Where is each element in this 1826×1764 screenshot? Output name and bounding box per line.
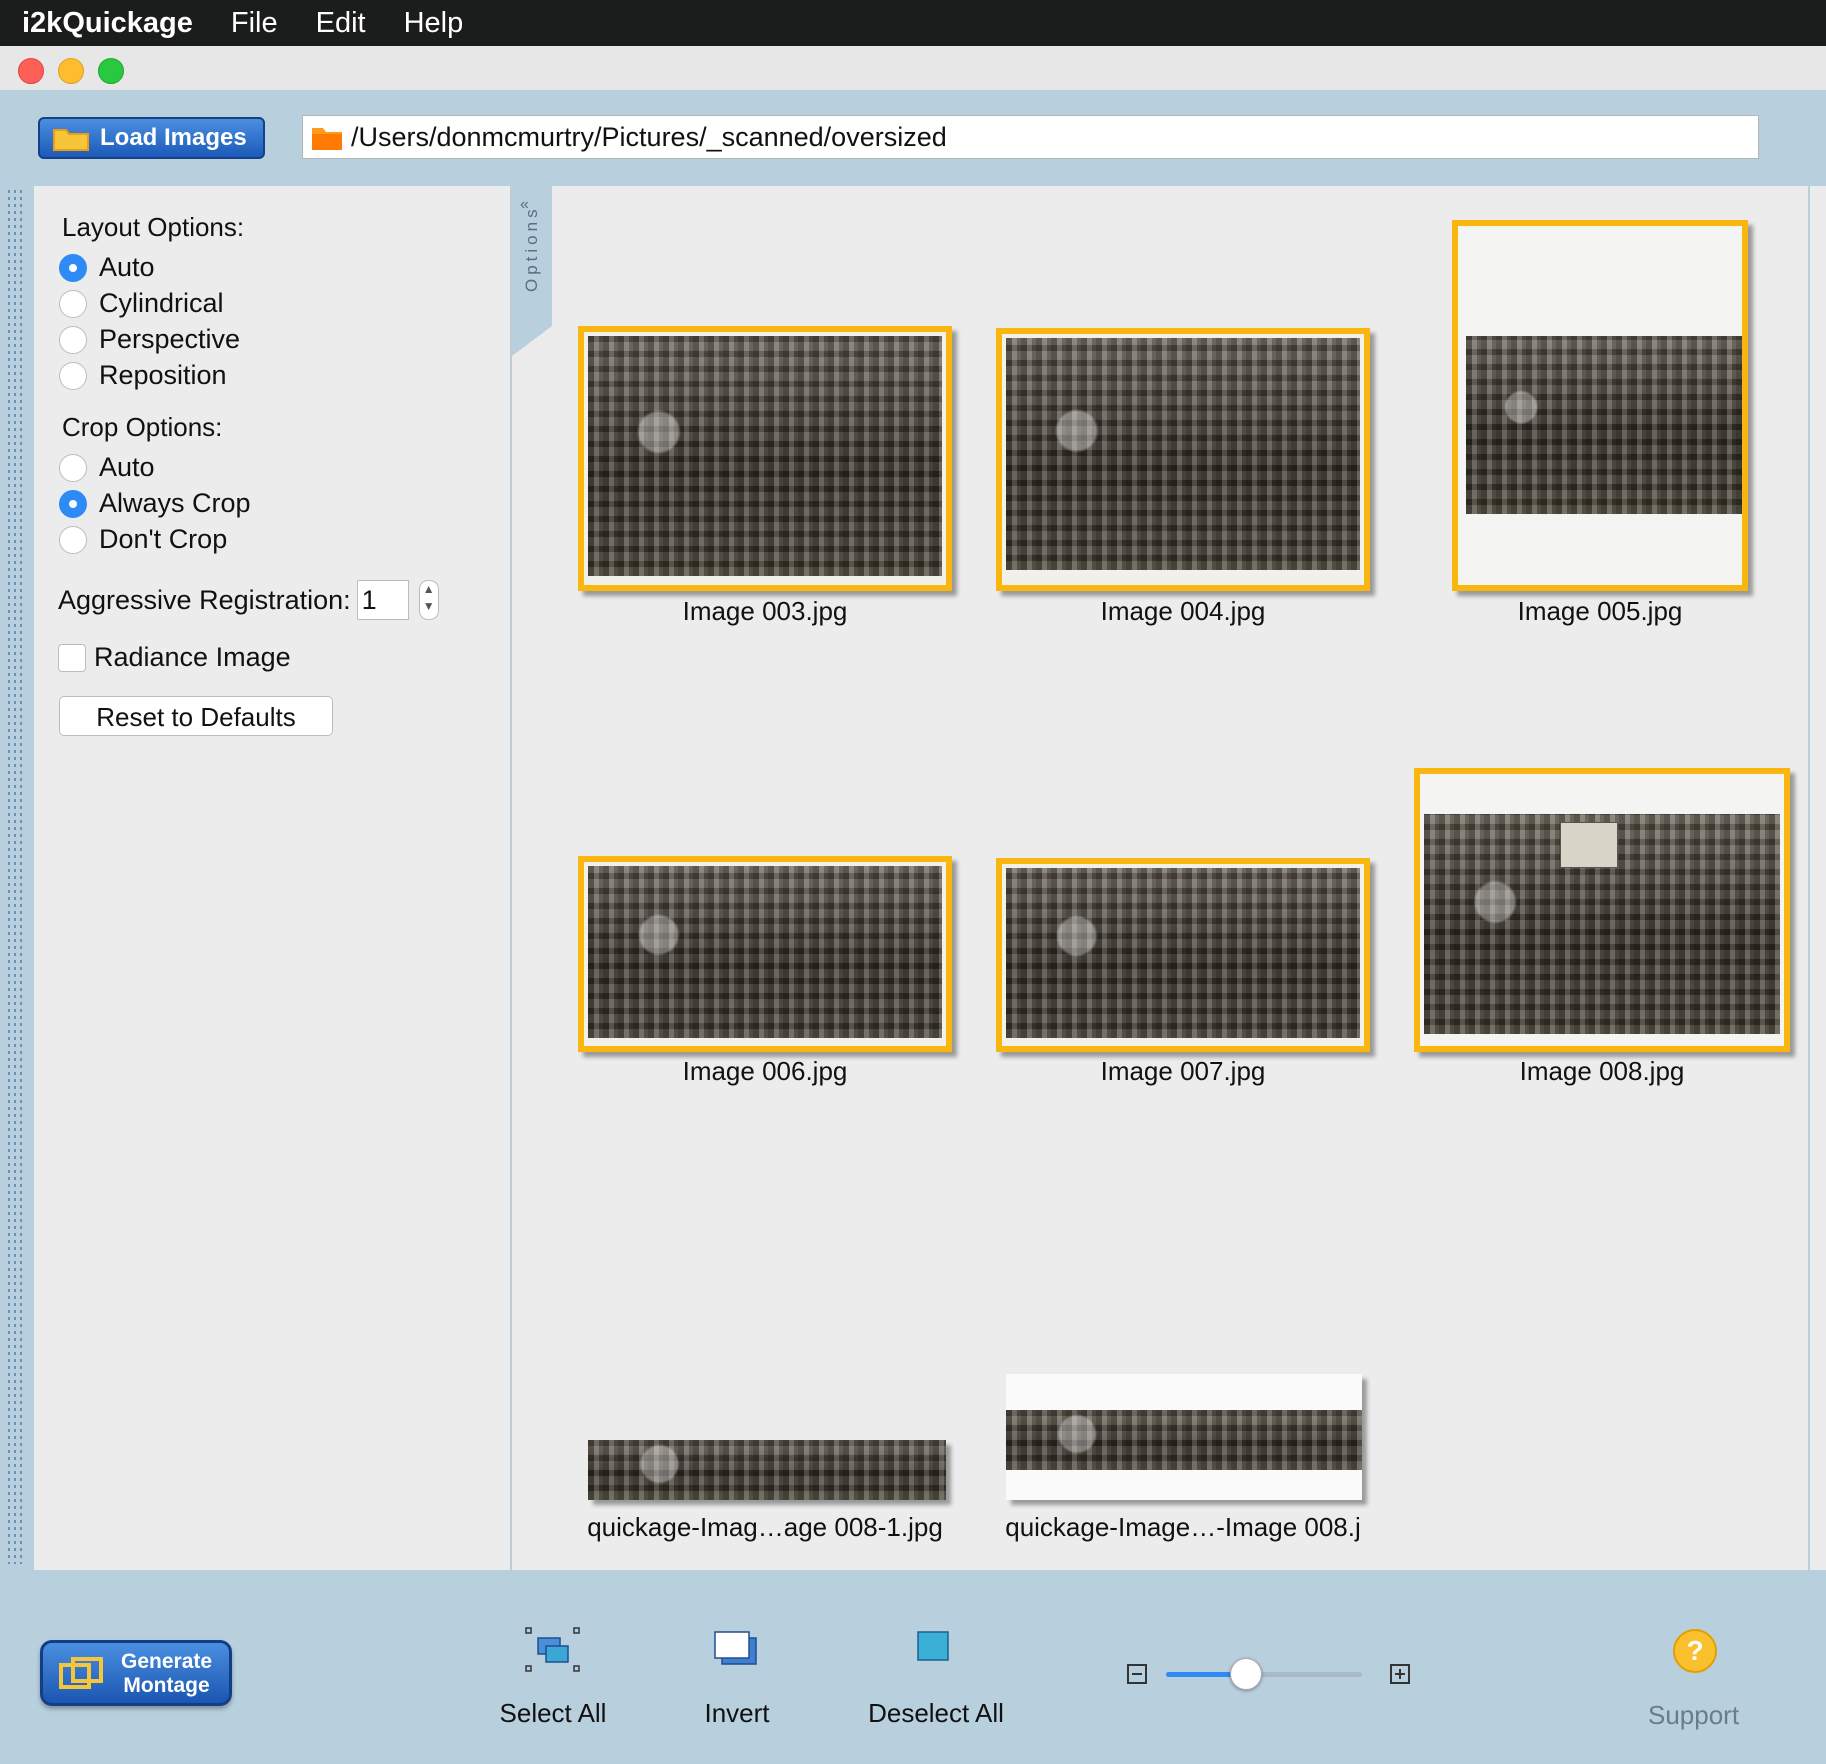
photo bbox=[1006, 868, 1360, 1038]
deselect-all-button[interactable]: Deselect All bbox=[854, 1698, 1018, 1729]
thumbnail-caption: Image 007.jpg bbox=[1100, 1056, 1266, 1086]
options-panel bbox=[34, 186, 511, 1570]
crop-options-heading: Crop Options: bbox=[62, 412, 223, 442]
menu-help[interactable]: Help bbox=[404, 7, 464, 40]
reset-to-defaults-button[interactable]: Reset to Defaults bbox=[59, 696, 333, 736]
menu-bar: i2kQuickage File Edit Help bbox=[0, 0, 1826, 46]
deselect-all-icon[interactable] bbox=[916, 1630, 952, 1664]
photo bbox=[1006, 338, 1360, 570]
radio[interactable] bbox=[59, 289, 87, 318]
thumbnail[interactable] bbox=[996, 858, 1370, 1052]
stepper-arrows-icon[interactable]: ▲ ▼ bbox=[418, 580, 439, 620]
crop-option-label: Don't Crop bbox=[99, 524, 228, 554]
radio[interactable] bbox=[59, 453, 87, 482]
radio-selected[interactable] bbox=[59, 253, 87, 282]
thumbnail[interactable] bbox=[1452, 220, 1748, 591]
thumbnail-caption: quickage-Imag…age 008-1.jpg bbox=[587, 1512, 943, 1542]
folder-icon bbox=[53, 129, 89, 151]
thumbnail[interactable] bbox=[578, 856, 952, 1052]
layout-option-cylindrical[interactable]: Cylindrical bbox=[59, 288, 224, 319]
splitter-grip bbox=[14, 190, 16, 1564]
zoom-out-icon[interactable] bbox=[1127, 1664, 1147, 1684]
path-field[interactable]: /Users/donmcmurtry/Pictures/_scanned/ove… bbox=[302, 115, 1759, 159]
path-text: /Users/donmcmurtry/Pictures/_scanned/ove… bbox=[351, 121, 947, 152]
aggressive-registration-row: Aggressive Registration: 1 ▲ ▼ bbox=[58, 580, 439, 620]
reunion-banner bbox=[1560, 822, 1618, 868]
crop-option-label: Always Crop bbox=[99, 488, 251, 518]
layout-option-label: Perspective bbox=[99, 324, 241, 354]
thumbnail-caption: Image 008.jpg bbox=[1519, 1056, 1685, 1086]
thumbnail-caption: Image 005.jpg bbox=[1517, 596, 1683, 626]
layout-options-heading: Layout Options: bbox=[62, 212, 245, 242]
folder-icon bbox=[312, 128, 342, 150]
generate-montage-button[interactable]: Generate Montage bbox=[40, 1640, 232, 1706]
aggressive-registration-label: Aggressive Registration: bbox=[58, 584, 351, 615]
crop-option-always-crop[interactable]: Always Crop bbox=[59, 488, 251, 519]
thumbnail[interactable] bbox=[578, 326, 952, 591]
layout-option-auto[interactable]: Auto bbox=[59, 252, 155, 283]
load-images-button[interactable]: Load Images bbox=[38, 117, 265, 159]
thumbnail-caption: quickage-Image…-Image 008.j bbox=[1005, 1512, 1361, 1542]
invert-button[interactable]: Invert bbox=[672, 1698, 802, 1729]
radio-selected[interactable] bbox=[59, 489, 87, 518]
layout-option-reposition[interactable]: Reposition bbox=[59, 360, 227, 391]
load-images-label: Load Images bbox=[100, 124, 247, 151]
crop-option-dont-crop[interactable]: Don't Crop bbox=[59, 524, 227, 555]
thumbnail[interactable] bbox=[1414, 768, 1790, 1052]
radiance-image-label: Radiance Image bbox=[94, 642, 291, 672]
photo bbox=[1466, 336, 1742, 514]
photo bbox=[1006, 1410, 1362, 1470]
photo bbox=[588, 336, 942, 576]
radio[interactable] bbox=[59, 525, 87, 554]
montage-icon bbox=[59, 1657, 103, 1689]
radio[interactable] bbox=[59, 361, 87, 390]
help-icon[interactable]: ? bbox=[1672, 1628, 1718, 1674]
splitter-grip bbox=[8, 190, 10, 1564]
thumbnail[interactable] bbox=[996, 328, 1370, 591]
menu-edit[interactable]: Edit bbox=[316, 7, 366, 40]
zoom-in-icon[interactable] bbox=[1390, 1664, 1410, 1684]
thumbnail-caption: Image 006.jpg bbox=[682, 1056, 848, 1086]
photo bbox=[588, 1440, 946, 1500]
radiance-image-checkbox[interactable] bbox=[58, 644, 86, 672]
aggressive-registration-input[interactable]: 1 bbox=[356, 580, 409, 620]
layout-option-perspective[interactable]: Perspective bbox=[59, 324, 240, 355]
thumbnail-caption: Image 003.jpg bbox=[682, 596, 848, 626]
support-button[interactable]: Support bbox=[1648, 1700, 1739, 1731]
crop-option-auto[interactable]: Auto bbox=[59, 452, 155, 483]
layout-option-label: Reposition bbox=[99, 360, 227, 390]
options-tab-label: Options bbox=[522, 205, 541, 292]
thumbnail[interactable] bbox=[588, 1440, 946, 1500]
radio[interactable] bbox=[59, 325, 87, 354]
select-all-button[interactable]: Select All bbox=[488, 1698, 618, 1729]
layout-option-label: Cylindrical bbox=[99, 288, 224, 318]
close-window-button[interactable] bbox=[18, 58, 44, 84]
left-splitter[interactable] bbox=[0, 186, 34, 1570]
thumbnail[interactable] bbox=[1006, 1374, 1362, 1500]
photo bbox=[588, 866, 942, 1038]
thumbnail-caption: Image 004.jpg bbox=[1100, 596, 1266, 626]
select-all-icon[interactable] bbox=[524, 1626, 582, 1674]
crop-option-label: Auto bbox=[99, 452, 155, 482]
zoom-window-button[interactable] bbox=[98, 58, 124, 84]
gallery-scrollbar[interactable] bbox=[1810, 186, 1826, 1570]
app-menu[interactable]: i2kQuickage bbox=[22, 7, 193, 40]
minimize-window-button[interactable] bbox=[58, 58, 84, 84]
splitter-grip bbox=[20, 190, 22, 1564]
zoom-slider-knob[interactable] bbox=[1230, 1658, 1262, 1690]
svg-text:?: ? bbox=[1686, 1635, 1703, 1666]
menu-file[interactable]: File bbox=[231, 7, 278, 40]
window-titlebar bbox=[0, 46, 1826, 91]
layout-option-label: Auto bbox=[99, 252, 155, 282]
bottom-bar bbox=[0, 1570, 1826, 1764]
invert-icon[interactable] bbox=[712, 1630, 762, 1672]
generate-montage-label: Generate Montage bbox=[121, 1650, 213, 1697]
